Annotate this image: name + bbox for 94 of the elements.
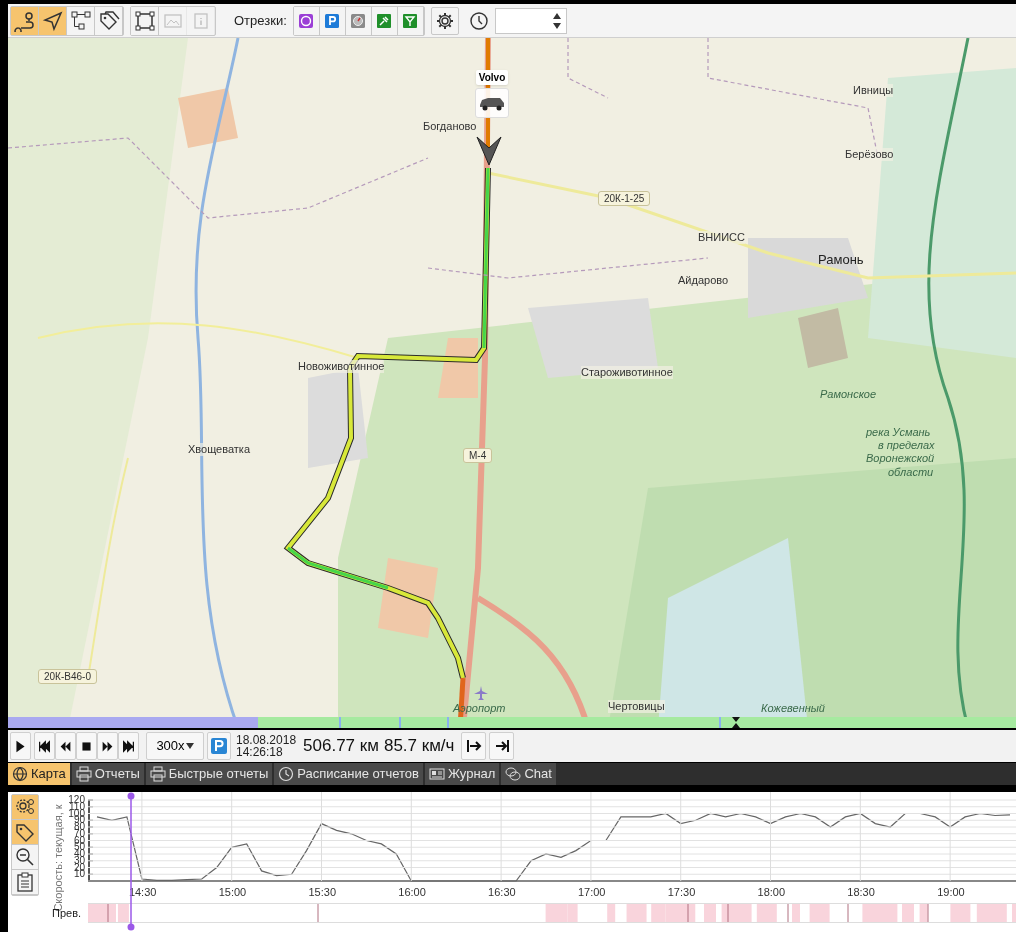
tag-icon	[15, 822, 35, 842]
printer-icon	[75, 766, 92, 782]
settings-icon	[434, 10, 455, 31]
place-label: Рамонь	[818, 253, 864, 266]
road-label: 20К-1-25	[598, 191, 651, 206]
skip-end-button[interactable]	[118, 732, 139, 760]
newspaper-icon	[428, 766, 445, 782]
clock-icon	[468, 10, 489, 31]
place-label: Староживотинное	[581, 366, 673, 379]
stop-button[interactable]	[76, 732, 97, 760]
tags-icon	[97, 9, 120, 32]
tab[interactable]: Карта	[8, 763, 70, 785]
parking-button[interactable]	[207, 732, 231, 760]
time-input-field[interactable]	[494, 7, 567, 34]
spinner-arrows-icon[interactable]	[551, 11, 562, 30]
tab[interactable]: Расписание отчетов	[274, 763, 423, 785]
gears-icon	[15, 797, 35, 817]
navigation-arrow-icon	[41, 9, 64, 32]
play-icon	[14, 739, 27, 753]
place-label: Чертовицы	[608, 700, 665, 713]
graph-tags-button[interactable]	[12, 820, 38, 845]
direction-arrow-icon	[476, 136, 502, 166]
tab[interactable]: Отчеты	[71, 763, 144, 785]
caret-icon	[185, 743, 194, 749]
navigation-arrow-button[interactable]	[39, 6, 67, 35]
place-label: ВНИИСС	[698, 231, 745, 244]
car-icon	[478, 95, 506, 111]
clipboard-icon	[15, 872, 35, 892]
x-axis-tick: 17:00	[577, 887, 606, 898]
x-axis-tick: 16:30	[488, 887, 516, 898]
speed-text: 85.7 км/ч	[383, 735, 455, 758]
vehicle-marker[interactable]	[475, 88, 509, 118]
tab[interactable]: Chat	[501, 763, 556, 785]
place-label: в пределах	[878, 439, 935, 452]
x-axis-tick: 17:30	[667, 887, 696, 898]
frame-select-button[interactable]	[131, 6, 159, 35]
play-button[interactable]	[10, 732, 31, 760]
track-timeline-bar[interactable]	[8, 717, 1016, 728]
place-label: Кожевенный	[761, 702, 825, 715]
y-axis-tick: 10	[72, 869, 85, 880]
x-axis-tick: 19:00	[937, 887, 965, 898]
place-label: Богданово	[423, 120, 477, 133]
skip-start-icon	[38, 739, 51, 753]
skip-start-button[interactable]	[34, 732, 55, 760]
road-label: 20К-В46-0	[38, 669, 97, 684]
segments-label: Отрезки:	[234, 11, 287, 30]
follow-button[interactable]	[461, 732, 487, 760]
fast-forward-button[interactable]	[97, 732, 118, 760]
place-label: Новоживотинное	[298, 360, 385, 373]
globe-icon	[12, 766, 28, 782]
jump-end-button[interactable]	[489, 732, 515, 760]
segment-button[interactable]	[293, 6, 320, 35]
x-axis-tick: 18:00	[757, 887, 786, 898]
printer-icon	[149, 766, 166, 782]
x-axis-tick: 15:00	[218, 887, 247, 898]
distance-text: 506.77 км	[303, 735, 379, 758]
airplane-icon	[474, 686, 488, 700]
place-label: река Усмань	[866, 426, 931, 439]
arrow-from-bar-icon	[465, 738, 482, 754]
place-label: Айдарово	[678, 274, 729, 287]
time-text: 14:26:18	[236, 746, 284, 758]
clock-icon	[278, 766, 295, 782]
zoom-out-button[interactable]	[12, 845, 38, 870]
rewind-icon	[59, 739, 72, 753]
arrow-to-bar-icon	[493, 738, 510, 754]
x-axis-tick: 15:30	[308, 887, 336, 898]
vehicle-label: Volvo	[475, 70, 509, 85]
road-label: М-4	[463, 448, 493, 463]
place-label: Берёзово	[845, 148, 894, 161]
route-button[interactable]	[11, 6, 39, 35]
place-label: области	[888, 466, 934, 479]
zoom-out-icon	[15, 847, 35, 867]
skip-end-icon	[122, 739, 135, 753]
x-axis-tick: 18:30	[847, 887, 875, 898]
place-label: Рамонское	[820, 388, 877, 401]
parking-icon	[210, 737, 228, 755]
node-tree-icon	[69, 9, 92, 32]
speed-dropdown[interactable]: 300x	[146, 732, 204, 760]
place-label: Хвощеватка	[188, 443, 251, 456]
settings-button[interactable]	[430, 6, 459, 35]
rewind-button[interactable]	[55, 732, 76, 760]
route-icon	[13, 9, 36, 32]
place-label: Ивницы	[853, 84, 894, 97]
x-axis-tick: 16:00	[398, 887, 426, 898]
chat-bubbles-icon	[505, 766, 522, 782]
tab[interactable]: Журнал	[424, 763, 500, 785]
tab[interactable]: Быстрые отчеты	[145, 763, 273, 785]
stop-icon	[80, 739, 93, 753]
date-text: 18.08.2018	[236, 734, 297, 746]
graph-settings-button[interactable]	[12, 795, 38, 820]
place-label: Воронежской	[866, 452, 935, 465]
fast-forward-icon	[101, 739, 114, 753]
report-button[interactable]	[12, 870, 38, 895]
selection-frame-icon	[133, 9, 156, 32]
